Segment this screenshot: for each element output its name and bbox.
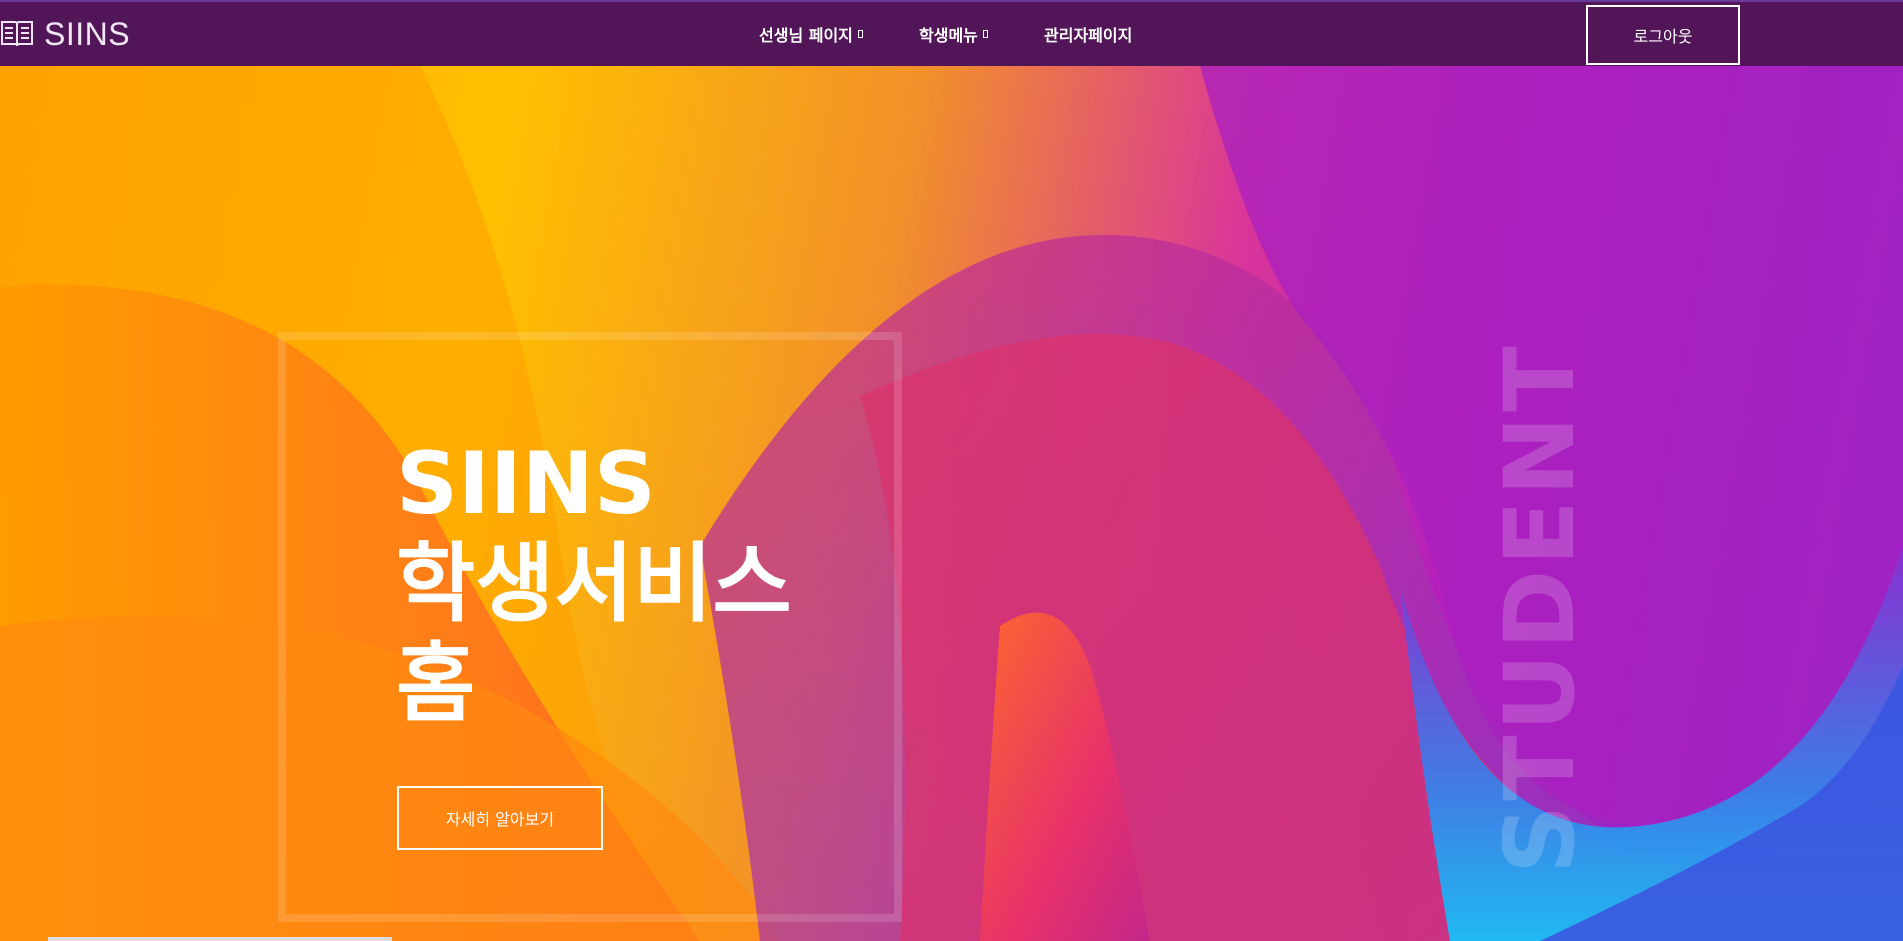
hero-title-line: SIINS [396, 434, 656, 534]
nav-student-menu[interactable]: 학생메뉴 [919, 22, 988, 46]
top-navigation-bar: SIINS 선생님 페이지 학생메뉴 관리자페이지 로그아웃 [0, 0, 1903, 66]
hero-title-line: 학생서비스 [396, 534, 792, 634]
nav-admin-page[interactable]: 관리자페이지 [1044, 22, 1132, 46]
dropdown-caret-icon [982, 30, 988, 38]
learn-more-button[interactable]: 자세히 알아보기 [397, 786, 603, 850]
hero-title: SIINS 학생서비스 홈 [396, 434, 956, 734]
dropdown-caret-icon [857, 30, 863, 38]
nav-teacher-page[interactable]: 선생님 페이지 [759, 22, 863, 46]
logout-button[interactable]: 로그아웃 [1586, 5, 1740, 65]
nav-teacher-label: 선생님 페이지 [759, 26, 853, 45]
nav-admin-label: 관리자페이지 [1044, 26, 1133, 45]
bottom-divider [48, 937, 392, 941]
nav-student-label: 학생메뉴 [919, 26, 978, 45]
hero-banner: SIINS 학생서비스 홈 자세히 알아보기 STUDENT [0, 66, 1903, 941]
hero-title-line: 홈 [396, 634, 476, 734]
vertical-side-word: STUDENT [1484, 342, 1596, 874]
